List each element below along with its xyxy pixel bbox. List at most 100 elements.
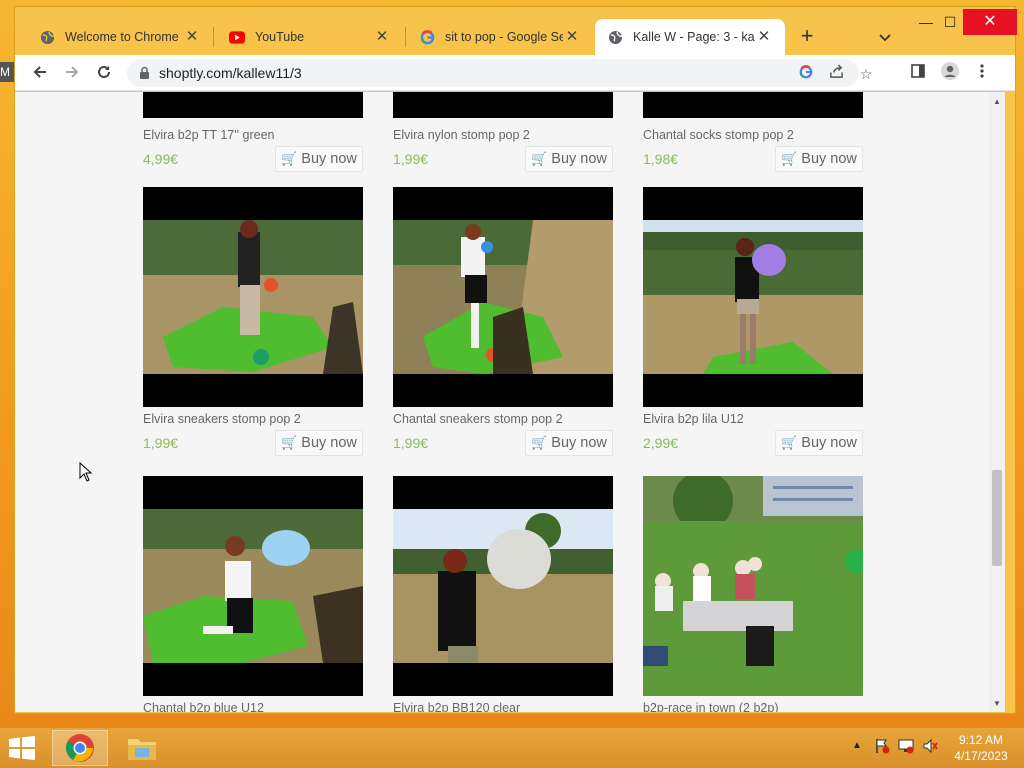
product-thumbnail[interactable] — [393, 187, 613, 407]
shopping-cart-icon: 🛒 — [781, 435, 798, 450]
new-tab-button[interactable]: + — [795, 25, 819, 49]
shopping-cart-icon: 🛒 — [781, 151, 798, 166]
reload-icon — [98, 65, 110, 78]
product-price: 2,99€ — [643, 435, 679, 451]
close-icon[interactable]: ✕ — [183, 28, 201, 46]
product-name[interactable]: Chantal socks stomp pop 2 — [643, 128, 794, 142]
folder-icon — [128, 739, 156, 760]
product-thumbnail[interactable] — [393, 476, 613, 696]
close-icon[interactable]: ✕ — [563, 28, 581, 46]
product-price: 1,99€ — [393, 151, 429, 167]
product-name[interactable]: b2p-race in town (2 b2p) — [643, 701, 779, 712]
scroll-up-arrow-icon[interactable]: ▲ — [989, 94, 1005, 110]
maximize-button[interactable]: ☐ — [933, 7, 967, 37]
scroll-down-arrow-icon[interactable]: ▼ — [989, 696, 1005, 712]
close-window-button[interactable]: ✕ — [963, 9, 1017, 35]
close-icon[interactable]: ✕ — [755, 28, 773, 46]
product-price: 4,99€ — [143, 151, 179, 167]
tab-title: YouTube — [255, 30, 305, 44]
buy-now-button[interactable]: 🛒 Buy now — [275, 430, 363, 456]
product-price: 1,99€ — [393, 435, 429, 451]
action-center-flag-icon[interactable] — [874, 738, 890, 757]
tab-search-button[interactable] — [873, 25, 897, 49]
tab-kalle-w[interactable]: Kalle W - Page: 3 - kalle ✕ — [595, 19, 785, 55]
shopping-cart-icon: 🛒 — [281, 151, 298, 166]
globe-icon — [39, 29, 55, 45]
tray-overflow-chevron-icon[interactable]: ▲ — [852, 740, 862, 751]
system-clock[interactable]: 9:12 AM 4/17/2023 — [950, 732, 1012, 764]
buy-now-button[interactable]: 🛒 Buy now — [775, 146, 863, 172]
shopping-cart-icon: 🛒 — [531, 151, 548, 166]
clock-time: 9:12 AM — [958, 733, 1004, 747]
lock-icon — [140, 66, 149, 79]
desktop-edge-label: M — [0, 62, 14, 82]
tab-title: sit to pop - Google Sea — [445, 30, 563, 44]
clock-date: 4/17/2023 — [954, 749, 1008, 763]
product-name[interactable]: Chantal sneakers stomp pop 2 — [393, 412, 563, 426]
chevron-down-icon — [879, 34, 891, 42]
chrome-menu-button[interactable] — [969, 61, 995, 87]
product-name[interactable]: Elvira b2p lila U12 — [643, 412, 744, 426]
kebab-menu-icon — [980, 64, 984, 78]
profile-button[interactable] — [937, 61, 963, 87]
taskbar: ▲ 9:12 AM 4/17/2023 — [0, 728, 1024, 768]
product-thumbnail[interactable] — [143, 187, 363, 407]
back-button[interactable] — [27, 61, 53, 87]
url-text: shoptly.com/kallew11/3 — [159, 65, 302, 81]
product-name[interactable]: Chantal b2p blue U12 — [143, 701, 264, 712]
address-bar[interactable]: shoptly.com/kallew11/3 ☆ — [127, 59, 872, 87]
product-thumbnail[interactable] — [143, 476, 363, 696]
volume-muted-icon[interactable] — [922, 738, 938, 757]
network-icon[interactable] — [898, 738, 914, 757]
youtube-icon — [229, 29, 245, 45]
side-panel-icon — [911, 64, 925, 78]
product-thumbnail[interactable] — [643, 92, 863, 118]
buy-now-button[interactable]: 🛒 Buy now — [525, 430, 613, 456]
google-icon — [419, 29, 435, 45]
product-name[interactable]: Elvira b2p BB120 clear — [393, 701, 520, 712]
reload-button[interactable] — [91, 61, 117, 87]
arrow-left-icon — [33, 66, 46, 78]
tab-google-search[interactable]: sit to pop - Google Sea ✕ — [395, 19, 593, 55]
product-name[interactable]: Elvira nylon stomp pop 2 — [393, 128, 530, 142]
buy-now-button[interactable]: 🛒 Buy now — [275, 146, 363, 172]
product-photo — [643, 476, 863, 696]
tab-strip: Welcome to Chrome ✕ YouTube ✕ sit to pop… — [15, 7, 1017, 55]
product-thumbnail[interactable] — [643, 187, 863, 407]
tab-youtube[interactable]: YouTube ✕ — [205, 19, 403, 55]
product-price: 1,98€ — [643, 151, 679, 167]
product-name[interactable]: Elvira sneakers stomp pop 2 — [143, 412, 301, 426]
product-thumbnail[interactable] — [643, 476, 863, 696]
forward-button[interactable] — [59, 61, 85, 87]
buy-now-button[interactable]: 🛒 Buy now — [525, 146, 613, 172]
globe-icon — [607, 29, 623, 45]
product-photo — [643, 220, 863, 374]
tab-title: Welcome to Chrome — [65, 30, 179, 44]
product-photo — [143, 509, 363, 663]
share-icon[interactable] — [825, 63, 847, 85]
product-price: 1,99€ — [143, 435, 179, 451]
product-photo — [393, 509, 613, 663]
taskbar-file-explorer[interactable] — [114, 730, 170, 766]
product-photo — [393, 220, 613, 374]
product-photo — [143, 220, 363, 374]
product-name[interactable]: Elvira b2p TT 17'' green — [143, 128, 274, 142]
tab-title: Kalle W - Page: 3 - kalle — [633, 30, 755, 44]
browser-toolbar: shoptly.com/kallew11/3 ☆ — [15, 55, 1015, 91]
taskbar-chrome[interactable] — [52, 730, 108, 766]
product-thumbnail[interactable] — [143, 92, 363, 118]
profile-avatar-icon — [941, 62, 959, 80]
buy-now-button[interactable]: 🛒 Buy now — [775, 430, 863, 456]
page-scrollbar[interactable]: ▲ ▼ — [989, 92, 1005, 712]
bookmark-star-icon[interactable]: ☆ — [855, 63, 877, 85]
scrollbar-thumb[interactable] — [992, 470, 1002, 566]
product-thumbnail[interactable] — [393, 92, 613, 118]
start-button[interactable] — [8, 736, 38, 760]
tab-welcome[interactable]: Welcome to Chrome ✕ — [15, 19, 213, 55]
google-lens-icon[interactable] — [795, 63, 817, 85]
mouse-cursor-icon — [79, 461, 93, 487]
chrome-icon — [66, 734, 94, 762]
arrow-right-icon — [66, 66, 79, 78]
close-icon[interactable]: ✕ — [373, 28, 391, 46]
side-panel-button[interactable] — [905, 61, 931, 87]
